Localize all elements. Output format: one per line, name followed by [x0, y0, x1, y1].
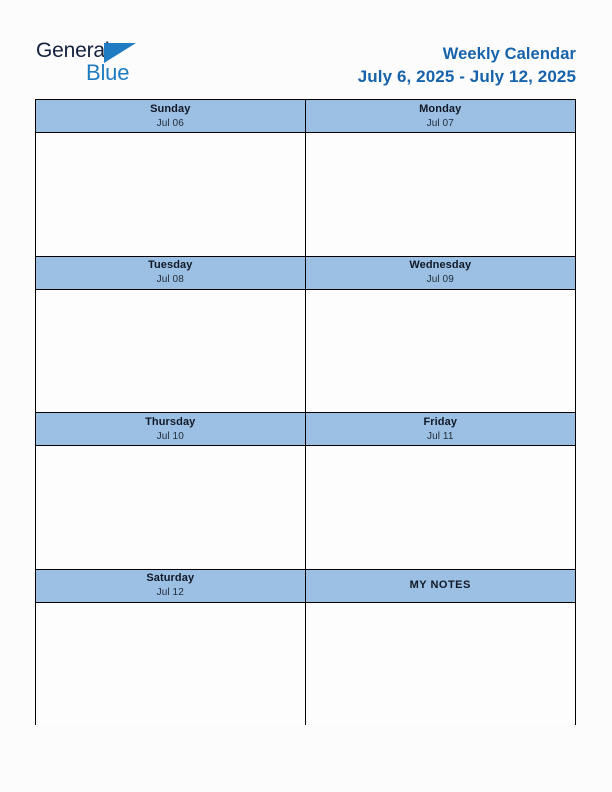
day-name-label: Thursday	[145, 415, 196, 428]
day-notes-area-thursday[interactable]	[36, 446, 306, 569]
masthead: General Blue Weekly Calendar July 6, 202…	[0, 0, 612, 99]
band-header-row: Tuesday Jul 08 Wednesday Jul 09	[36, 255, 575, 290]
page-title: Weekly Calendar	[442, 45, 576, 63]
calendar-band: Thursday Jul 10 Friday Jul 11	[36, 412, 575, 569]
day-name-label: Friday	[423, 415, 458, 428]
day-notes-area-sunday[interactable]	[36, 133, 306, 256]
day-date-label: Jul 06	[156, 117, 184, 129]
band-body-row	[36, 446, 575, 569]
logo-word-blue: Blue	[86, 60, 130, 85]
band-header-row: Sunday Jul 06 Monday Jul 07	[36, 99, 575, 133]
day-date-label: Jul 10	[156, 430, 184, 442]
calendar-band: Tuesday Jul 08 Wednesday Jul 09	[36, 255, 575, 412]
day-name-label: Monday	[419, 102, 462, 115]
day-date-label: Jul 08	[156, 274, 184, 285]
day-header-monday[interactable]: Monday Jul 07	[305, 100, 575, 132]
my-notes-area[interactable]	[305, 602, 575, 725]
band-header-row: Saturday Jul 12 MY NOTES	[36, 568, 575, 603]
day-date-label: Jul 11	[426, 430, 454, 442]
band-body-row	[36, 133, 575, 256]
notes-title-label: MY NOTES	[409, 579, 471, 591]
day-notes-area-wednesday[interactable]	[305, 289, 575, 412]
day-date-label: Jul 07	[426, 117, 454, 129]
day-name-label: Wednesday	[409, 259, 472, 271]
day-header-saturday[interactable]: Saturday Jul 12	[36, 569, 306, 602]
day-notes-area-saturday[interactable]	[36, 602, 306, 725]
general-blue-logo: General Blue	[36, 40, 171, 90]
weekly-calendar-page: General Blue Weekly Calendar July 6, 202…	[0, 0, 612, 792]
day-header-friday[interactable]: Friday Jul 11	[305, 413, 575, 445]
band-header-row: Thursday Jul 10 Friday Jul 11	[36, 412, 575, 446]
notes-header[interactable]: MY NOTES	[305, 569, 575, 602]
calendar-band: Sunday Jul 06 Monday Jul 07	[36, 99, 575, 256]
band-body-row	[36, 602, 575, 725]
calendar-grid: Sunday Jul 06 Monday Jul 07 Tuesday Jul …	[35, 99, 576, 725]
day-notes-area-friday[interactable]	[305, 446, 575, 569]
day-notes-area-tuesday[interactable]	[36, 289, 306, 412]
day-name-label: Saturday	[146, 572, 195, 584]
day-name-label: Tuesday	[147, 259, 193, 271]
day-name-label: Sunday	[150, 102, 191, 115]
logo-word-general: General	[36, 39, 110, 62]
date-range-label: July 6, 2025 - July 12, 2025	[357, 67, 576, 86]
calendar-band: Saturday Jul 12 MY NOTES	[36, 568, 575, 725]
day-header-wednesday[interactable]: Wednesday Jul 09	[305, 256, 575, 289]
day-header-tuesday[interactable]: Tuesday Jul 08	[36, 256, 306, 289]
title-block: Weekly Calendar July 6, 2025 - July 12, …	[358, 44, 576, 88]
day-date-label: Jul 09	[426, 274, 454, 285]
day-notes-area-monday[interactable]	[305, 133, 575, 256]
day-date-label: Jul 12	[156, 587, 184, 598]
band-body-row	[36, 289, 575, 412]
day-header-thursday[interactable]: Thursday Jul 10	[36, 413, 306, 445]
day-header-sunday[interactable]: Sunday Jul 06	[36, 100, 306, 132]
